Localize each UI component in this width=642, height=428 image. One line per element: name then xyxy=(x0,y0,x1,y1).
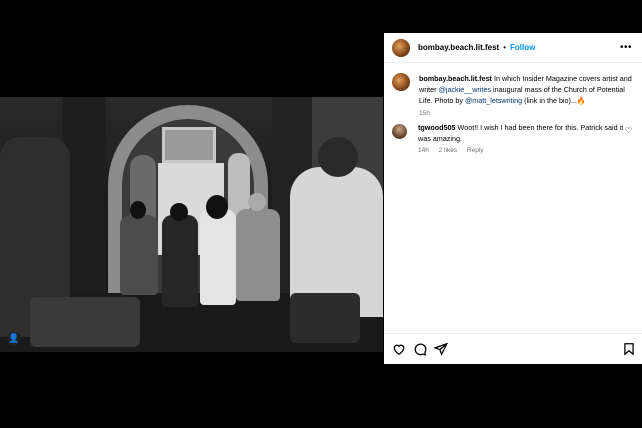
avatar[interactable] xyxy=(392,73,410,91)
follow-button[interactable]: Follow xyxy=(510,43,535,52)
post-action-bar xyxy=(384,333,642,364)
photo-chair xyxy=(290,293,360,343)
mention-link[interactable]: @matt_letswriting xyxy=(465,96,522,105)
post-caption: bombay.beach.lit.fest In which Insider M… xyxy=(392,73,636,119)
caption-text: (link in the bio)...🔥 xyxy=(522,96,586,105)
more-options-icon[interactable]: ••• xyxy=(620,42,632,53)
comment-reply-button[interactable]: Reply xyxy=(467,147,484,154)
avatar[interactable] xyxy=(392,124,407,139)
avatar[interactable] xyxy=(392,38,410,57)
photo-figure xyxy=(200,209,236,305)
photo-figure xyxy=(236,209,280,301)
photo-head xyxy=(206,195,228,219)
heart-icon[interactable] xyxy=(392,342,406,356)
photo-head xyxy=(130,201,146,219)
comment-likes[interactable]: 2 likes xyxy=(439,147,457,154)
photo-figure xyxy=(162,215,198,307)
post-username[interactable]: bombay.beach.lit.fest xyxy=(418,43,499,52)
post-photo[interactable]: 👤 xyxy=(0,97,383,352)
caption-username[interactable]: bombay.beach.lit.fest xyxy=(419,74,492,83)
comment-item: tgwood505 Woot!! I wish I had been there… xyxy=(392,123,638,157)
photo-figure xyxy=(120,215,158,295)
comment-like-heart-icon[interactable]: ♡ xyxy=(625,126,632,135)
photo-head xyxy=(170,203,188,221)
share-icon[interactable] xyxy=(434,342,448,356)
caption-timestamp[interactable]: 15h xyxy=(419,108,636,119)
photo-head xyxy=(248,193,266,211)
comment-timestamp[interactable]: 14h xyxy=(418,147,429,154)
mention-link[interactable]: @jackie__writes xyxy=(439,85,491,94)
bookmark-icon[interactable] xyxy=(622,342,636,356)
post-side-panel: bombay.beach.lit.fest • Follow ••• bomba… xyxy=(384,33,642,364)
comment-icon[interactable] xyxy=(413,342,427,356)
photo-head xyxy=(318,137,358,177)
comment-username[interactable]: tgwood505 xyxy=(418,123,456,132)
post-header: bombay.beach.lit.fest • Follow ••• xyxy=(384,33,642,63)
user-tag-icon[interactable]: 👤 xyxy=(7,332,21,346)
separator-dot: • xyxy=(503,43,507,52)
photo-chair xyxy=(30,297,140,347)
photo-portrait xyxy=(162,127,216,163)
